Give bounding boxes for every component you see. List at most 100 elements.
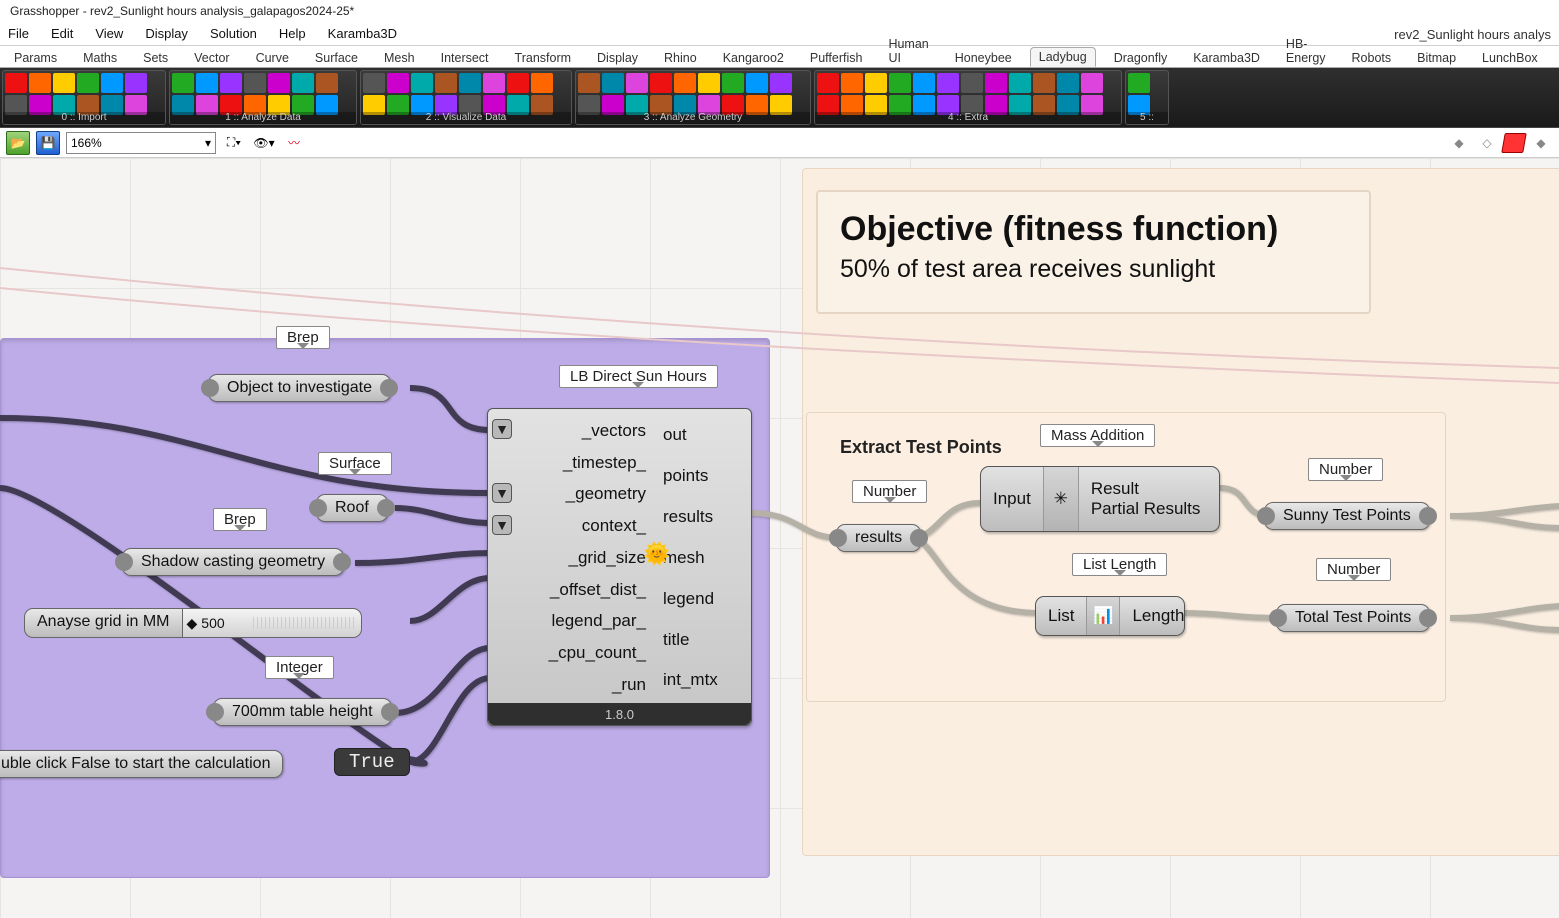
ribbon-icon[interactable] <box>889 73 911 93</box>
tab-honeybee[interactable]: Honeybee <box>947 49 1020 67</box>
tab-surface[interactable]: Surface <box>307 49 366 67</box>
ribbon-icon[interactable] <box>626 73 648 93</box>
lb-input[interactable]: _vectors <box>516 421 646 441</box>
ribbon-icon[interactable] <box>1033 73 1055 93</box>
tab-mesh[interactable]: Mesh <box>376 49 423 67</box>
lb-input[interactable]: _offset_dist_ <box>516 580 646 600</box>
ribbon-icon[interactable] <box>172 73 194 93</box>
lb-input[interactable]: _cpu_count_ <box>516 643 646 663</box>
ribbon-icon[interactable] <box>770 73 792 93</box>
ribbon-icon[interactable] <box>937 73 959 93</box>
tab-robots[interactable]: Robots <box>1344 49 1400 67</box>
reparam-icon[interactable]: ▼ <box>492 483 512 503</box>
ribbon-icon[interactable] <box>602 73 624 93</box>
ribbon-icon[interactable] <box>913 73 935 93</box>
ribbon-icon[interactable] <box>531 73 553 93</box>
ribbon-icon[interactable] <box>865 73 887 93</box>
slider-track[interactable]: ◆500 <box>182 608 362 638</box>
ribbon-icon[interactable] <box>363 73 385 93</box>
param-results[interactable]: results <box>836 524 921 552</box>
menu-view[interactable]: View <box>95 26 123 41</box>
tab-hb-energy[interactable]: HB-Energy <box>1278 35 1334 67</box>
tab-rhino[interactable]: Rhino <box>656 49 705 67</box>
lb-output[interactable]: results <box>663 507 733 527</box>
ribbon-icon[interactable] <box>817 73 839 93</box>
ribbon-icon[interactable] <box>722 73 744 93</box>
tab-intersect[interactable]: Intersect <box>433 49 497 67</box>
tab-params[interactable]: Params <box>6 49 65 67</box>
menu-solution[interactable]: Solution <box>210 26 257 41</box>
canvas[interactable]: Objective (fitness function) 50% of test… <box>0 158 1559 918</box>
ribbon-icon[interactable] <box>292 73 314 93</box>
lb-output[interactable]: legend <box>663 589 733 609</box>
param-roof[interactable]: Roof <box>316 494 388 522</box>
ribbon-icon[interactable] <box>101 73 123 93</box>
ribbon-icon[interactable] <box>459 73 481 93</box>
lb-input[interactable]: _run <box>516 675 646 695</box>
tab-ladybug[interactable]: Ladybug <box>1030 47 1096 67</box>
param-shadow-geometry[interactable]: Shadow casting geometry <box>122 548 344 576</box>
tool-b-icon[interactable]: ◇ <box>1475 131 1499 155</box>
lb-input[interactable]: _timestep_ <box>516 453 646 473</box>
boolean-toggle-true[interactable]: True <box>334 748 410 776</box>
zoom-extents-icon[interactable]: ⛶▾ <box>222 131 246 155</box>
component-mass-addition[interactable]: Input ✳ Result Partial Results <box>980 466 1220 532</box>
param-table-height[interactable]: 700mm table height <box>213 698 392 726</box>
component-lb-direct-sun-hours[interactable]: _vectors_timestep__geometrycontext__grid… <box>487 408 752 726</box>
ribbon-icon[interactable] <box>650 73 672 93</box>
ribbon-icon[interactable] <box>483 73 505 93</box>
ribbon-icon[interactable] <box>268 73 290 93</box>
menu-file[interactable]: File <box>8 26 29 41</box>
ribbon-icon[interactable] <box>220 73 242 93</box>
menu-karamba3d[interactable]: Karamba3D <box>328 26 397 41</box>
param-total-test-points[interactable]: Total Test Points <box>1276 604 1430 632</box>
ribbon-icon[interactable] <box>77 73 99 93</box>
tool-c-icon[interactable]: ◆ <box>1529 131 1553 155</box>
save-file-icon[interactable]: 💾 <box>36 131 60 155</box>
document-tab[interactable]: rev2_Sunlight hours analys <box>1386 24 1559 45</box>
tab-vector[interactable]: Vector <box>186 49 237 67</box>
lb-output[interactable]: mesh <box>663 548 733 568</box>
ribbon-icon[interactable] <box>1057 73 1079 93</box>
ribbon-icon[interactable] <box>961 73 983 93</box>
ribbon-icon[interactable] <box>411 73 433 93</box>
eraser-icon[interactable] <box>1501 133 1527 153</box>
ribbon-icon[interactable] <box>1081 73 1103 93</box>
param-start-calc[interactable]: uble click False to start the calculatio… <box>0 750 283 778</box>
tab-bitmap[interactable]: Bitmap <box>1409 49 1464 67</box>
ribbon-icon[interactable] <box>698 73 720 93</box>
tab-sets[interactable]: Sets <box>135 49 176 67</box>
menu-display[interactable]: Display <box>145 26 188 41</box>
tab-maths[interactable]: Maths <box>75 49 125 67</box>
lb-output[interactable]: title <box>663 630 733 650</box>
param-sunny-test-points[interactable]: Sunny Test Points <box>1264 502 1430 530</box>
tab-kangaroo2[interactable]: Kangaroo2 <box>715 49 792 67</box>
lb-output[interactable]: out <box>663 425 733 445</box>
ribbon-icon[interactable] <box>435 73 457 93</box>
ribbon-icon[interactable] <box>316 73 338 93</box>
zoom-combo[interactable]: 166% ▾ <box>66 132 216 154</box>
tab-curve[interactable]: Curve <box>248 49 297 67</box>
param-object-to-investigate[interactable]: Object to investigate <box>208 374 391 402</box>
tab-transform[interactable]: Transform <box>507 49 580 67</box>
menu-help[interactable]: Help <box>279 26 306 41</box>
lb-output[interactable]: int_mtx <box>663 670 733 690</box>
preview-icon[interactable]: 👁▾ <box>252 131 276 155</box>
lb-input[interactable]: legend_par_ <box>516 611 646 631</box>
ribbon-icon[interactable] <box>29 73 51 93</box>
tab-display[interactable]: Display <box>589 49 646 67</box>
number-slider-grid[interactable]: Anayse grid in MM ◆500 <box>24 608 362 638</box>
menu-edit[interactable]: Edit <box>51 26 73 41</box>
reparam-icon[interactable]: ▼ <box>492 515 512 535</box>
ribbon-icon[interactable] <box>841 73 863 93</box>
ribbon-icon[interactable] <box>507 73 529 93</box>
tab-pufferfish[interactable]: Pufferfish <box>802 49 871 67</box>
ribbon-icon[interactable] <box>746 73 768 93</box>
lb-input[interactable]: _grid_size <box>516 548 646 568</box>
ribbon-icon[interactable] <box>5 73 27 93</box>
ribbon-icon[interactable] <box>578 73 600 93</box>
tab-octopus[interactable]: Octopus <box>1556 49 1559 67</box>
ribbon-icon[interactable] <box>674 73 696 93</box>
component-list-length[interactable]: List 📊 Length <box>1035 596 1185 636</box>
tab-dragonfly[interactable]: Dragonfly <box>1106 49 1176 67</box>
